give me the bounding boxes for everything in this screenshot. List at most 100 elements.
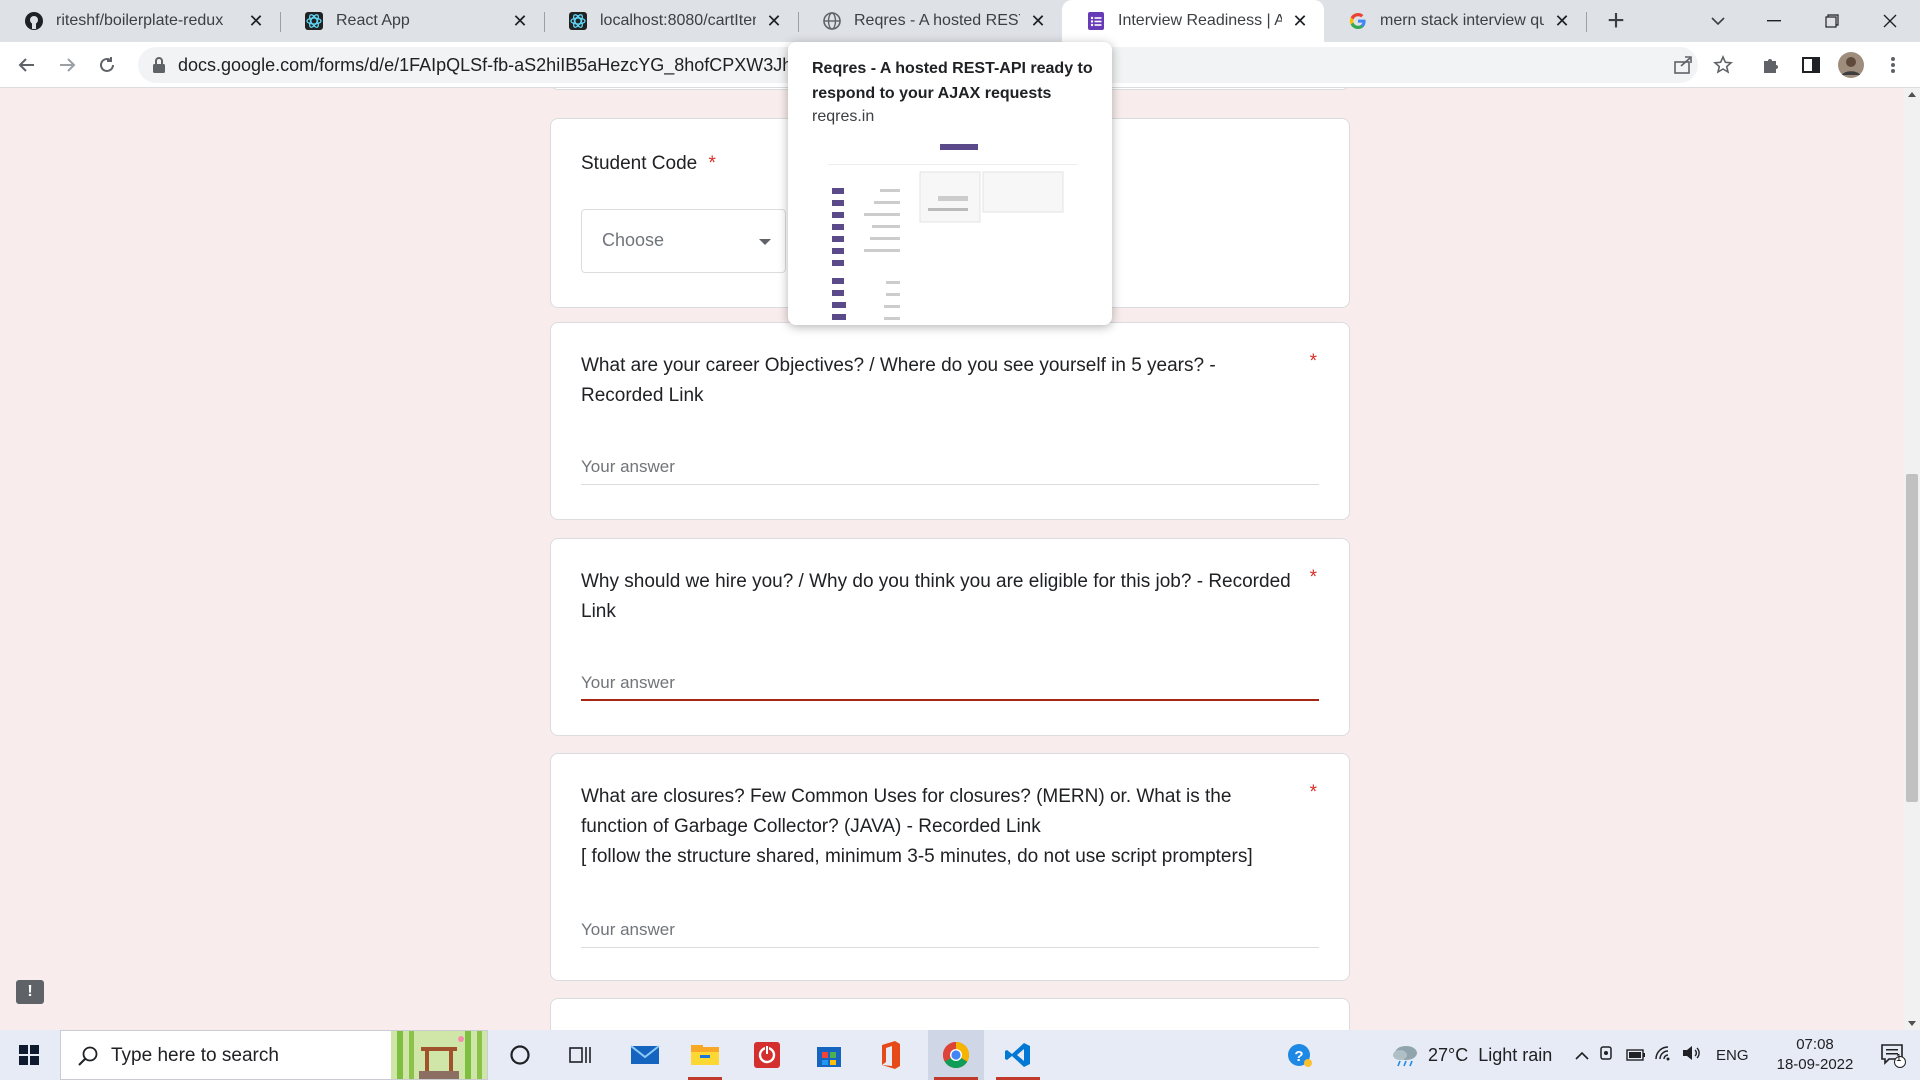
forward-button[interactable] <box>50 48 84 82</box>
report-feedback-button[interactable]: ! <box>16 980 44 1004</box>
task-view-button[interactable] <box>558 1030 602 1080</box>
taskbar-file-explorer[interactable] <box>680 1030 730 1080</box>
puzzle-icon <box>1764 59 1778 73</box>
student-code-dropdown[interactable]: Choose <box>581 209 786 273</box>
vscode-icon <box>1005 1043 1030 1067</box>
search-icon <box>77 1045 99 1072</box>
answer-field[interactable] <box>581 914 1319 948</box>
taskbar-mail[interactable] <box>620 1030 670 1080</box>
back-button[interactable] <box>10 48 44 82</box>
close-tab-icon[interactable]: ✕ <box>1552 11 1572 32</box>
start-button[interactable] <box>0 1030 58 1080</box>
lock-icon[interactable] <box>152 56 166 79</box>
caret-down-icon <box>759 239 771 245</box>
share-icon[interactable] <box>1672 54 1694 81</box>
question-card-career-objectives: What are your career Objectives? / Where… <box>550 322 1350 520</box>
star-icon <box>1713 55 1733 74</box>
taskbar-office[interactable] <box>866 1030 916 1080</box>
close-tab-icon[interactable]: ✕ <box>764 11 784 32</box>
tab-react-app[interactable]: React App ✕ <box>280 0 544 42</box>
side-panel-button[interactable] <box>1794 48 1828 82</box>
restore-button[interactable] <box>1804 0 1860 42</box>
react-icon <box>568 11 588 31</box>
question-label: Student Code <box>581 153 698 174</box>
clock[interactable]: 07:08 18-09-2022 <box>1760 1030 1870 1080</box>
question-card-closures: What are closures? Few Common Uses for c… <box>550 753 1350 981</box>
tab-hover-card: Reqres - A hosted REST-API ready to resp… <box>788 42 1112 325</box>
notification-center-button[interactable]: 1 <box>1870 1030 1916 1080</box>
clock-time: 07:08 <box>1796 1036 1834 1053</box>
scrollbar-thumb[interactable] <box>1906 474 1918 802</box>
store-icon <box>817 1047 841 1067</box>
tab-interview-readiness[interactable]: Interview Readiness | Assignment ✕ <box>1062 0 1324 42</box>
google-icon <box>1348 11 1368 31</box>
chrome-icon <box>942 1041 970 1069</box>
page-scrollbar[interactable] <box>1904 88 1920 1030</box>
language-indicator[interactable]: ENG <box>1716 1047 1749 1064</box>
tab-search-button[interactable] <box>1690 0 1746 42</box>
new-tab-button[interactable]: + <box>1598 4 1634 40</box>
close-tab-icon[interactable]: ✕ <box>246 11 266 32</box>
answer-input[interactable] <box>581 914 1319 946</box>
search-placeholder: Type here to search <box>111 1045 279 1066</box>
profile-avatar[interactable] <box>1834 48 1868 82</box>
taskbar-store[interactable] <box>804 1030 854 1080</box>
answer-field[interactable] <box>581 451 1319 485</box>
cortana-button[interactable] <box>500 1030 540 1080</box>
close-tab-icon[interactable]: ✕ <box>1290 11 1310 32</box>
tab-title: riteshf/boilerplate-redux <box>56 12 224 29</box>
tab-github[interactable]: riteshf/boilerplate-redux ✕ <box>0 0 280 42</box>
tab-google-search[interactable]: mern stack interview questions ✕ <box>1324 0 1586 42</box>
close-window-button[interactable] <box>1862 0 1918 42</box>
close-tab-icon[interactable]: ✕ <box>510 11 530 32</box>
hover-card-domain: reqres.in <box>812 108 875 125</box>
extensions-button[interactable] <box>1754 48 1788 82</box>
chevron-down-icon <box>1711 17 1725 26</box>
taskbar-chrome[interactable] <box>928 1030 984 1080</box>
answer-field-focused[interactable] <box>581 667 1319 701</box>
volume-icon[interactable] <box>1678 1045 1706 1066</box>
taskbar-office-app[interactable] <box>742 1030 792 1080</box>
folder-icon <box>691 1045 719 1065</box>
battery-icon[interactable] <box>1622 1045 1650 1066</box>
question-card-why-hire: Why should we hire you? / Why do you thi… <box>550 538 1350 736</box>
reload-button[interactable] <box>90 48 124 82</box>
scroll-up-icon[interactable] <box>1908 92 1916 97</box>
help-icon: ? <box>1288 1044 1312 1067</box>
system-tray: ENG <box>1570 1030 1749 1080</box>
meet-now-icon[interactable] <box>1594 1044 1622 1067</box>
google-forms-icon <box>1086 11 1106 31</box>
required-asterisk: * <box>1309 567 1317 588</box>
bookmark-star-button[interactable] <box>1706 48 1740 82</box>
arrow-left-icon <box>18 58 34 72</box>
task-view-icon <box>569 1047 591 1063</box>
reload-icon <box>100 57 114 72</box>
notification-icon <box>1881 1044 1906 1068</box>
chevron-up-icon[interactable] <box>1570 1045 1594 1066</box>
cortana-circle-icon <box>510 1045 530 1065</box>
help-tray-icon[interactable]: ? <box>1280 1030 1320 1080</box>
side-panel-icon <box>1802 57 1820 73</box>
scroll-down-icon[interactable] <box>1908 1021 1916 1026</box>
weather-widget[interactable]: 27°C Light rain <box>1390 1030 1552 1080</box>
github-icon <box>24 11 44 31</box>
answer-input[interactable] <box>581 451 1319 483</box>
taskbar-search-box[interactable]: Type here to search <box>60 1030 488 1080</box>
tab-reqres[interactable]: Reqres - A hosted REST-API ready to resp… <box>798 0 1062 42</box>
office-icon <box>882 1041 900 1069</box>
taskbar-vscode[interactable] <box>990 1030 1046 1080</box>
wifi-icon[interactable] <box>1650 1045 1678 1066</box>
tab-title: React App <box>336 12 410 29</box>
tab-title: localhost:8080/cartItems <box>600 12 756 29</box>
tab-strip: riteshf/boilerplate-redux ✕ React App ✕ … <box>0 0 1920 42</box>
tab-localhost[interactable]: localhost:8080/cartItems ✕ <box>544 0 798 42</box>
mail-icon <box>630 1045 660 1064</box>
question-title: Why should we hire you? / Why do you thi… <box>581 571 1291 622</box>
more-vert-icon <box>1891 57 1895 73</box>
arrow-right-icon <box>60 58 76 72</box>
close-tab-icon[interactable]: ✕ <box>1028 11 1048 32</box>
browser-menu-button[interactable] <box>1876 48 1910 82</box>
answer-input[interactable] <box>581 667 1319 699</box>
minimize-button[interactable] <box>1746 0 1802 42</box>
tab-separator <box>1586 12 1587 32</box>
